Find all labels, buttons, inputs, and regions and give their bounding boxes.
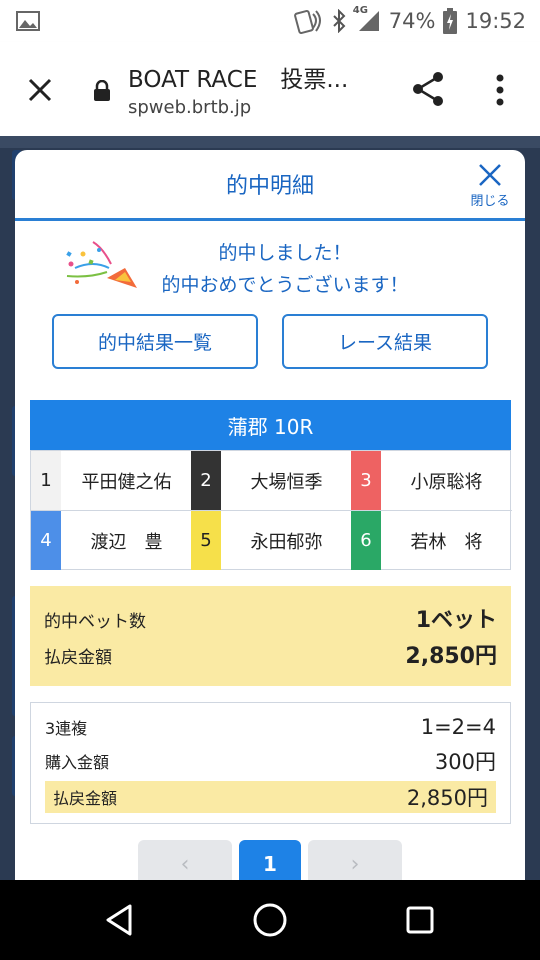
bluetooth-icon — [333, 9, 346, 33]
hit-details-modal: 的中明細 閉じる 的中しました！ 的中おめでとうございます！ 的中結果一覧 レー… — [15, 150, 525, 910]
racer-number: 3 — [351, 451, 381, 510]
bet-combination: 1=2=4 — [420, 715, 496, 739]
system-nav-bar — [0, 880, 540, 960]
racer-name: 永田郁弥 — [250, 531, 323, 553]
hit-bets-row: 的中ベット数 1ベット — [44, 602, 497, 634]
congrats-line-1: 的中しました！ — [218, 242, 352, 264]
racer-number: 4 — [31, 511, 61, 570]
racer-cell: 4 渡辺 豊 — [31, 511, 193, 570]
page-url[interactable]: spweb.brtb.jp — [128, 97, 251, 118]
home-icon[interactable] — [250, 900, 290, 940]
clock: 19:52 — [465, 9, 526, 33]
detail-payout-value: 2,850円 — [406, 786, 488, 810]
purchase-label: 購入金額 — [45, 753, 110, 772]
hit-summary: 的中ベット数 1ベット 払戻金額 2,850円 — [30, 586, 511, 686]
hit-bets-label: 的中ベット数 — [44, 612, 146, 632]
payout-label: 払戻金額 — [44, 648, 112, 668]
bet-detail: 3連複 1=2=4 購入金額 300円 払戻金額 2,850円 — [30, 702, 511, 824]
racer-number: 6 — [351, 511, 381, 570]
payout-value: 2,850円 — [405, 644, 497, 669]
payout-row: 払戻金額 2,850円 — [44, 638, 497, 670]
racer-cell: 1 平田健之佑 — [31, 451, 193, 511]
lock-icon — [94, 80, 110, 101]
racer-cell: 6 若林 将 — [351, 511, 512, 570]
close-icon[interactable] — [24, 74, 56, 106]
race-results-button[interactable]: レース結果 — [282, 314, 488, 369]
battery-charging-icon — [443, 8, 458, 34]
racer-table: 1 平田健之佑 2 大場恒季 3 小原聡将 4 渡辺 豊 5 永田郁弥 6 若林… — [30, 450, 512, 570]
congrats-message: 的中しました！ 的中おめでとうございます！ — [15, 236, 525, 296]
bet-type: 3連複 — [45, 719, 88, 738]
detail-payout-row: 払戻金額 2,850円 — [45, 781, 496, 813]
detail-payout-label: 払戻金額 — [53, 789, 118, 808]
nfc-icon — [293, 9, 321, 34]
signal-icon: 4G — [353, 5, 381, 33]
modal-title: 的中明細 — [225, 174, 314, 199]
racer-name: 渡辺 豊 — [90, 531, 163, 553]
racer-number: 1 — [31, 451, 61, 510]
racer-name: 小原聡将 — [410, 471, 483, 493]
close-label: 閉じる — [470, 194, 510, 209]
image-icon — [16, 11, 40, 31]
racer-name: 大場恒季 — [250, 471, 323, 493]
more-vert-icon[interactable] — [490, 70, 510, 110]
recents-icon[interactable] — [400, 900, 440, 940]
status-bar: 4G 74% 19:52 — [0, 0, 540, 42]
share-icon[interactable] — [410, 69, 446, 109]
racer-cell: 5 永田郁弥 — [191, 511, 353, 570]
battery-percent: 74% — [388, 9, 436, 33]
bet-type-row: 3連複 1=2=4 — [45, 711, 496, 743]
racer-name: 平田健之佑 — [81, 471, 172, 493]
purchase-row: 購入金額 300円 — [45, 745, 496, 777]
racer-name: 若林 将 — [410, 531, 483, 553]
congrats-line-2: 的中おめでとうございます！ — [161, 274, 409, 296]
back-icon[interactable] — [100, 900, 140, 940]
modal-close-button[interactable]: 閉じる — [468, 162, 512, 209]
racer-number: 2 — [191, 451, 221, 510]
purchase-value: 300円 — [434, 750, 496, 774]
modal-header: 的中明細 閉じる — [15, 150, 525, 221]
page-title: BOAT RACE 投票... — [128, 67, 349, 93]
racer-number: 5 — [191, 511, 221, 570]
hit-results-list-button[interactable]: 的中結果一覧 — [52, 314, 258, 369]
backdrop-strip — [0, 136, 540, 148]
racer-cell: 2 大場恒季 — [191, 451, 353, 511]
browser-toolbar: BOAT RACE 投票... spweb.brtb.jp — [0, 42, 540, 136]
race-title: 蒲郡 10R — [30, 400, 511, 450]
hit-bets-value: 1ベット — [415, 608, 497, 633]
close-icon — [479, 164, 501, 186]
racer-cell: 3 小原聡将 — [351, 451, 512, 511]
